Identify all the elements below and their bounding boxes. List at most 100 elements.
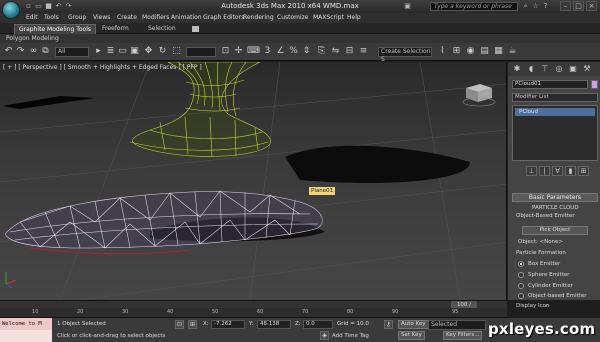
open-file-icon[interactable]: ▭ — [34, 2, 43, 11]
link-icon[interactable]: ∞ — [28, 46, 39, 57]
material-editor-icon[interactable]: ◉ — [465, 46, 476, 57]
time-tag-icon[interactable]: ◈ — [320, 331, 329, 340]
perspective-viewport[interactable]: [ + ] [ Perspective ] [ Smooth + Highlig… — [0, 62, 507, 300]
lock-selection-icon[interactable]: ⊡ — [175, 320, 184, 329]
stack-item-pcloud[interactable]: PCloud — [515, 108, 595, 116]
key-icon[interactable]: ⚷ — [384, 320, 393, 329]
render-setup-icon[interactable]: ▤ — [479, 46, 490, 57]
hierarchy-tab-icon[interactable]: ⊤ — [540, 64, 550, 74]
scale-icon[interactable]: ⬚ — [171, 46, 182, 57]
redo-icon[interactable]: ↷ — [64, 2, 73, 11]
box-emitter-radio[interactable] — [518, 261, 524, 267]
object-name-field[interactable]: PCloud01 — [512, 80, 588, 89]
ribbon-toggle-icon[interactable] — [192, 26, 199, 32]
search-input[interactable]: Type a keyword or phrase — [430, 2, 518, 11]
named-selection-icon[interactable]: ⎘ — [316, 46, 327, 57]
menu-group[interactable]: Group — [68, 14, 86, 21]
viewport-label[interactable]: [ + ] [ Perspective ] [ Smooth + Highlig… — [3, 64, 202, 71]
menu-create[interactable]: Create — [117, 14, 137, 21]
remove-modifier-icon[interactable]: ▮ — [565, 166, 576, 176]
menu-customize[interactable]: Customize — [277, 14, 309, 21]
rotate-icon[interactable]: ↻ — [157, 46, 168, 57]
new-file-icon[interactable]: ▫ — [24, 2, 33, 11]
maxscript-output[interactable] — [0, 330, 52, 342]
move-icon[interactable]: ✥ — [143, 46, 154, 57]
utilities-tab-icon[interactable]: ⚒ — [582, 64, 592, 74]
percent-snap-icon[interactable]: % — [288, 46, 299, 57]
y-coordinate-field[interactable]: 48.138 — [257, 320, 291, 329]
menu-animation[interactable]: Animation — [171, 14, 202, 21]
auto-key-button[interactable]: Auto Key — [398, 320, 429, 329]
rendered-frame-icon[interactable]: ▦ — [493, 46, 504, 57]
snap-icon[interactable]: 3 — [262, 46, 273, 57]
display-tab-icon[interactable]: ▣ — [568, 64, 578, 74]
x-coordinate-field[interactable]: -7.262 — [211, 320, 245, 329]
maximize-button[interactable]: □ — [573, 1, 584, 11]
motion-tab-icon[interactable]: ◎ — [554, 64, 564, 74]
curve-editor-icon[interactable]: ⌇ — [437, 46, 448, 57]
redo-icon[interactable]: ↷ — [15, 46, 26, 57]
undo-icon[interactable]: ↶ — [54, 2, 63, 11]
key-filters-button[interactable]: Key Filters... — [443, 331, 483, 340]
keyboard-shortcut-icon[interactable]: ⌨ — [247, 46, 260, 57]
menu-views[interactable]: Views — [93, 14, 110, 21]
show-end-result-icon[interactable]: | — [539, 166, 550, 176]
menu-graph-editors[interactable]: Graph Editors — [203, 14, 244, 21]
app-logo-icon[interactable] — [2, 1, 20, 19]
select-by-name-icon[interactable]: ≣ — [105, 46, 116, 57]
spinner-snap-icon[interactable]: ⇕ — [301, 46, 312, 57]
pivot-icon[interactable]: ⊡ — [220, 46, 231, 57]
menu-rendering[interactable]: Rendering — [243, 14, 274, 21]
unlink-icon[interactable]: ⧉ — [40, 46, 51, 57]
menu-edit[interactable]: Edit — [26, 14, 38, 21]
configure-sets-icon[interactable]: ⊞ — [578, 166, 589, 176]
selection-filter-dropdown[interactable]: All — [55, 47, 89, 57]
help-icon[interactable]: ? — [541, 2, 550, 11]
pin-stack-icon[interactable]: ⊥ — [526, 166, 537, 176]
time-slider-track[interactable]: 100 / 100 — [0, 300, 507, 316]
close-button[interactable]: × — [586, 1, 597, 11]
track-bar[interactable]: 10 20 30 40 50 60 70 80 90 95 — [0, 308, 507, 318]
star-icon[interactable]: ☆ — [531, 2, 540, 11]
search-icon[interactable]: ⌕ — [521, 2, 530, 11]
save-file-icon[interactable]: ■ — [44, 2, 53, 11]
panel-polygon-modeling[interactable]: Polygon Modeling — [6, 35, 59, 42]
select-object-icon[interactable]: ▸ — [93, 46, 104, 57]
set-key-button[interactable]: Set Key — [398, 331, 425, 340]
create-tab-icon[interactable]: ✱ — [512, 64, 522, 74]
menu-tools[interactable]: Tools — [44, 14, 59, 21]
undo-icon[interactable]: ↶ — [3, 46, 14, 57]
infocenter-icon[interactable]: ▣ — [403, 2, 412, 11]
cylinder-emitter-radio[interactable] — [518, 283, 524, 289]
menu-modifiers[interactable]: Modifiers — [142, 14, 169, 21]
selected-dropdown[interactable]: Selected — [428, 320, 486, 330]
reference-coord-dropdown[interactable] — [186, 47, 216, 57]
object-color-swatch[interactable] — [591, 80, 598, 89]
layer-manager-icon[interactable]: ≡ — [358, 46, 369, 57]
add-time-tag[interactable]: Add Time Tag — [332, 333, 369, 339]
window-crossing-icon[interactable]: ▣ — [129, 46, 140, 57]
render-production-icon[interactable]: ☕ — [507, 46, 518, 57]
minimize-button[interactable]: – — [560, 1, 571, 11]
menu-help[interactable]: Help — [347, 14, 361, 21]
schematic-view-icon[interactable]: ⊞ — [451, 46, 462, 57]
angle-snap-icon[interactable]: ∠ — [275, 46, 286, 57]
mirror-icon[interactable]: ⇋ — [330, 46, 341, 57]
viewcube-icon[interactable] — [462, 84, 496, 107]
align-icon[interactable]: ⊟ — [344, 46, 355, 57]
z-coordinate-field[interactable]: 0.0 — [303, 320, 333, 329]
object-based-emitter-radio[interactable] — [518, 293, 524, 299]
pick-object-button[interactable]: Pick Object — [522, 226, 588, 235]
named-selection-sets-dropdown[interactable]: Create Selection S — [378, 47, 432, 63]
tab-graphite-modeling-tools[interactable]: Graphite Modeling Tools — [14, 24, 97, 34]
manipulate-icon[interactable]: ✢ — [233, 46, 244, 57]
sphere-emitter-radio[interactable] — [518, 272, 524, 278]
basic-parameters-rollout[interactable]: Basic Parameters — [512, 193, 598, 202]
modify-tab-icon[interactable]: ◖ — [526, 64, 536, 74]
absolute-mode-icon[interactable]: ⊞ — [188, 320, 197, 329]
modifier-list-dropdown[interactable]: Modifier List — [512, 93, 598, 102]
menu-maxscript[interactable]: MAXScript — [313, 14, 344, 21]
rect-selection-icon[interactable]: ▭ — [117, 46, 128, 57]
maxscript-listener-input[interactable]: Welcome to M — [0, 318, 52, 330]
tab-selection[interactable]: Selection — [144, 24, 180, 34]
